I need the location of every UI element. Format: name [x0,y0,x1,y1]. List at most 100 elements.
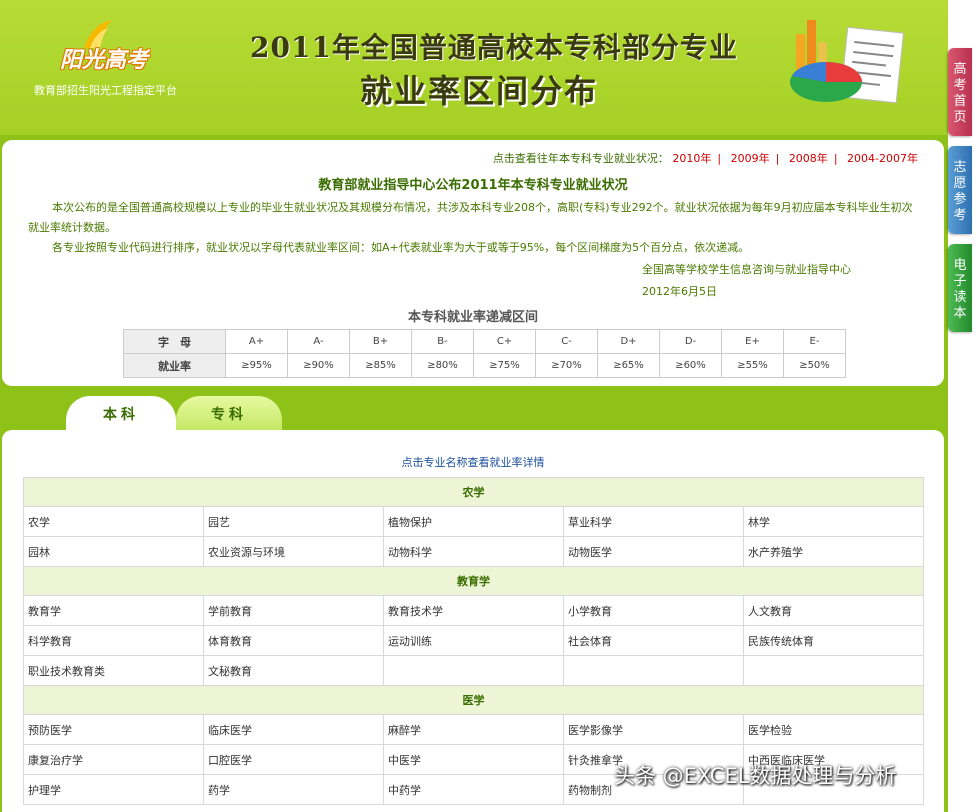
table-row: 预防医学 临床医学 麻醉学 医学影像学 医学检验 [23,714,924,745]
link-separator: | [833,152,838,165]
major-link[interactable]: 社会体育 [563,625,744,656]
scale-letter: E- [783,329,846,354]
scale-letter: D+ [597,329,660,354]
scale-rate: ≥95% [225,353,288,378]
major-link[interactable]: 科学教育 [23,625,204,656]
scale-header-rate: 就业率 [123,353,226,378]
past-link-2009[interactable]: 2009年 [731,152,770,165]
page-title-line1: 2011年全国普通高校本专科部分专业 [250,31,738,64]
logo-subtitle: 教育部招生阳光工程指定平台 [34,84,177,97]
chart-report-icon [790,20,905,104]
side-tab-reference[interactable]: 志愿参考 [948,146,972,234]
major-link[interactable]: 动物医学 [563,536,744,567]
majors-panel: 点击专业名称查看就业率详情 农学 农学 园艺 植物保护 草业科学 林学 园林 农业资源与环境动… [2,430,944,812]
scale-letter: C- [535,329,598,354]
scale-letter: A+ [225,329,288,354]
table-row: 教育学 学前教育 教育技术学 小学教育 人文教育 [23,595,924,626]
past-link-2010[interactable]: 2010年 [672,152,711,165]
major-link[interactable]: 人文教育 [743,595,924,626]
major-link[interactable]: 临床医学 [203,714,384,745]
major-link[interactable]: 中药学 [383,774,564,805]
scale-rate: ≥80% [411,353,474,378]
major-link[interactable]: 运动训练 [383,625,564,656]
side-tab-label: 电子读本 [953,258,967,321]
signature-org: 全国高等学校学生信息咨询与就业指导中心 [642,263,851,276]
watermark: 头条 @EXCEL数据处理与分析 [614,764,897,788]
intro-panel: 点击查看往年本专科专业就业状况： 2010年 | 2009年 | 2008年 | 20… [2,140,944,386]
intro-paragraph-2: 各专业按照专业代码进行排序，就业状况以字母代表就业率区间：如A+代表就业率为大于… [52,241,750,254]
major-link[interactable]: 小学教育 [563,595,744,626]
signature-date: 2012年6月5日 [642,285,717,298]
major-link[interactable]: 农学 [23,506,204,537]
major-link[interactable]: 药学 [203,774,384,805]
table-row: 职业技术教育类 文秘教育 [23,655,924,686]
scale-header-letter: 字 母 [123,329,226,354]
scale-rate: ≥55% [721,353,784,378]
past-link-2004-2007[interactable]: 2004-2007年 [847,152,918,165]
logo-text: 阳光高考 [60,48,149,73]
major-link[interactable]: 动物科学 [383,536,564,567]
major-link[interactable]: 医学影像学 [563,714,744,745]
major-link[interactable]: 康复治疗学 [23,744,204,775]
scale-rate: ≥85% [349,353,412,378]
category-header: 农学 [23,477,924,507]
major-link[interactable]: 医学检验 [743,714,924,745]
tab-benke[interactable]: 本科 [66,396,176,430]
scale-rate: ≥75% [473,353,536,378]
empty-cell [563,655,744,686]
scale-rate: ≥70% [535,353,598,378]
major-link[interactable]: 教育技术学 [383,595,564,626]
major-link[interactable]: 民族传统体育 [743,625,924,656]
major-link[interactable]: 护理学 [23,774,204,805]
scale-rate: ≥60% [659,353,722,378]
scale-rate: ≥65% [597,353,660,378]
page-title-line2: 就业率区间分布 [360,72,599,110]
category-header: 教育学 [23,566,924,596]
major-link[interactable]: 职业技术教育类 [23,655,204,686]
scale-letter: B+ [349,329,412,354]
major-link[interactable]: 教育学 [23,595,204,626]
link-separator: | [717,152,722,165]
category-row: 教育学 [23,566,924,596]
side-tab-home[interactable]: 高考首页 [948,48,972,136]
major-link[interactable]: 学前教育 [203,595,384,626]
major-link[interactable]: 预防医学 [23,714,204,745]
major-link[interactable]: 园艺 [203,506,384,537]
intro-title: 教育部就业指导中心公布2011年本专科专业就业状况 [318,178,628,193]
table-row: 科学教育 体育教育 运动训练 社会体育 民族传统体育 [23,625,924,656]
major-link[interactable]: 中医学 [383,744,564,775]
scale-rate: ≥90% [287,353,350,378]
side-tab-ebook[interactable]: 电子读本 [948,244,972,332]
empty-cell [383,655,564,686]
tab-zhuanke[interactable]: 专科 [176,396,282,430]
major-link[interactable]: 林学 [743,506,924,537]
major-link[interactable]: 麻醉学 [383,714,564,745]
major-link[interactable]: 植物保护 [383,506,564,537]
past-link-2008[interactable]: 2008年 [789,152,828,165]
side-tab-label: 志愿参考 [953,160,967,223]
scale-letter: E+ [721,329,784,354]
majors-table: 农学 农学 园艺 植物保护 草业科学 林学 园林 农业资源与环境 动物科学 动物医学 水产养殖学 教育… [23,477,924,805]
scale-letter-row: 字 母 A+ A- B+ B- C+ C- D+ D- E+ E- [123,329,846,354]
scale-letter: C+ [473,329,536,354]
major-link[interactable]: 农业资源与环境 [203,536,384,567]
scale-letter: D- [659,329,722,354]
past-years-label: 点击查看往年本专科专业就业状况： [492,152,669,165]
intro-paragraph-1: 本次公布的是全国普通高校规模以上专业的毕业生就业状况及其规模分布情况，共涉及本科… [28,201,913,234]
major-link[interactable]: 园林 [23,536,204,567]
past-years-links: 点击查看往年本专科专业就业状况： 2010年 | 2009年 | 2008年 | 20… [493,150,918,166]
major-link[interactable]: 文秘教育 [203,655,384,686]
category-row: 医学 [23,685,924,715]
major-link[interactable]: 体育教育 [203,625,384,656]
major-link[interactable]: 水产养殖学 [743,536,924,567]
scale-letter: B- [411,329,474,354]
link-separator: | [775,152,780,165]
scale-title: 本专科就业率递减区间 [407,310,538,325]
category-row: 农学 [23,477,924,507]
page-background: 阳光高考 教育部招生阳光工程指定平台 2011年全国普通高校本专科部分专业 就业… [0,0,948,812]
side-tab-label: 高考首页 [953,62,967,125]
major-link[interactable]: 草业科学 [563,506,744,537]
scale-letter: A- [287,329,350,354]
scale-rate: ≥50% [783,353,846,378]
major-link[interactable]: 口腔医学 [203,744,384,775]
